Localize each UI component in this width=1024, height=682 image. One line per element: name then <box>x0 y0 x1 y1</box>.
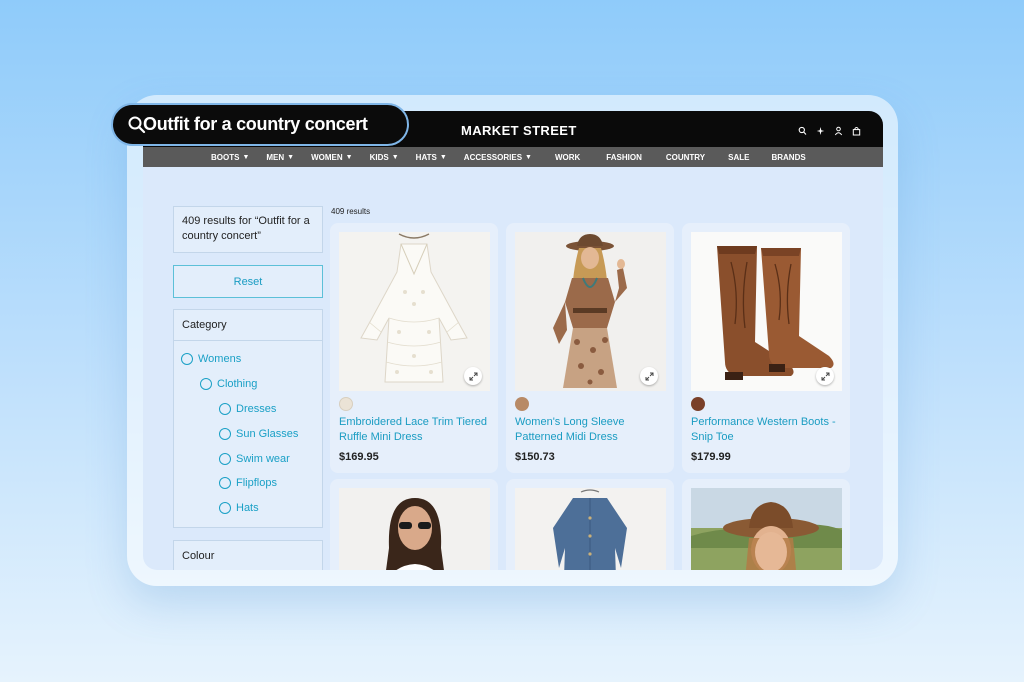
category-label: Dresses <box>236 402 277 415</box>
radio-icon[interactable] <box>219 452 231 465</box>
nav-label: SALE <box>728 152 750 162</box>
denim-dress-image <box>515 488 666 570</box>
sparkle-icon[interactable] <box>816 123 825 135</box>
expand-icon[interactable] <box>640 367 658 385</box>
chevron-down-icon: ▼ <box>287 153 295 161</box>
nav-label: WOMEN <box>311 152 343 162</box>
filter-sidebar: 409 results for “Outfit for a country co… <box>173 206 323 570</box>
product-image[interactable] <box>339 232 490 391</box>
product-price: $169.95 <box>339 451 379 463</box>
category-heading[interactable]: Category <box>174 310 322 341</box>
radio-icon[interactable] <box>200 378 212 391</box>
category-label: Clothing <box>217 378 258 391</box>
product-image[interactable] <box>339 488 490 570</box>
category-swim-wear[interactable]: Swim wear <box>174 446 322 471</box>
product-price: $150.73 <box>515 451 555 463</box>
colour-swatch[interactable] <box>691 397 705 411</box>
nav-work[interactable]: WORK <box>555 153 580 162</box>
store-window: MARKET STREET BOOTS ▼ MEN ▼ WOMEN ▼ KIDS ▼ H… <box>143 111 883 570</box>
nav-label: KIDS <box>369 152 389 162</box>
user-icon[interactable] <box>834 123 843 136</box>
search-query-text: Outfit for a country concert <box>143 114 368 134</box>
product-card[interactable]: Women's Long Sleeve Patterned Midi Dress… <box>506 223 674 473</box>
nav-label: WORK <box>554 152 581 162</box>
category-label: Swim wear <box>236 452 290 465</box>
product-card[interactable] <box>506 479 674 570</box>
sunglasses-woman-image <box>339 488 490 570</box>
colour-filter-heading[interactable]: Colour <box>173 539 323 570</box>
product-card[interactable] <box>682 479 850 570</box>
category-womens[interactable]: Womens <box>174 347 322 372</box>
category-label: Womens <box>198 353 242 366</box>
nav-label: COUNTRY <box>665 152 706 162</box>
western-boots-image <box>691 232 842 391</box>
patterned-dress-image <box>515 232 666 391</box>
chevron-down-icon: ▼ <box>242 153 250 161</box>
reset-button[interactable]: Reset <box>173 265 323 298</box>
category-flipflops[interactable]: Flipflops <box>174 471 322 496</box>
nav-boots[interactable]: BOOTS ▼ <box>211 153 249 162</box>
chevron-down-icon: ▼ <box>525 153 532 161</box>
category-list: Womens Clothing Dresses Sun Glasses Swim… <box>174 341 322 527</box>
product-title[interactable]: Performance Western Boots - Snip Toe <box>691 415 846 445</box>
cowboy-hat-woman-image <box>691 488 842 570</box>
nav-label: HATS <box>415 152 437 162</box>
product-title[interactable]: Women's Long Sleeve Patterned Midi Dress <box>515 415 670 445</box>
product-image[interactable] <box>691 488 842 570</box>
colour-swatch[interactable] <box>339 397 353 411</box>
product-card[interactable]: Embroidered Lace Trim Tiered Ruffle Mini… <box>330 223 498 473</box>
chevron-down-icon: ▼ <box>439 153 447 161</box>
nav-hats[interactable]: HATS ▼ <box>416 153 447 162</box>
brand-logo[interactable]: MARKET STREET <box>461 123 577 138</box>
results-count: 409 results <box>331 207 371 216</box>
category-label: Flipflops <box>236 477 277 490</box>
nav-label: BOOTS <box>211 152 240 162</box>
search-icon <box>127 115 147 135</box>
nav-brands[interactable]: BRANDS <box>771 153 805 162</box>
search-icon[interactable] <box>798 123 807 135</box>
radio-icon[interactable] <box>219 502 231 515</box>
expand-icon[interactable] <box>816 367 834 385</box>
nav-label: ACCESSORIES <box>463 152 523 162</box>
nav-men[interactable]: MEN ▼ <box>266 153 294 162</box>
nav-sale[interactable]: SALE <box>728 153 749 162</box>
category-sun-glasses[interactable]: Sun Glasses <box>174 421 322 446</box>
category-nav: BOOTS ▼ MEN ▼ WOMEN ▼ KIDS ▼ HATS ▼ ACCESSORI… <box>143 147 883 167</box>
nav-label: BRANDS <box>771 152 806 162</box>
nav-accessories[interactable]: ACCESSORIES ▼ <box>464 153 532 162</box>
radio-icon[interactable] <box>219 427 231 440</box>
nav-label: MEN <box>266 152 285 162</box>
nav-label: FASHION <box>606 152 642 162</box>
lace-dress-image <box>339 232 490 391</box>
search-query-pill[interactable]: Outfit for a country concert <box>111 103 409 146</box>
header-icons <box>798 123 861 136</box>
product-image[interactable] <box>691 232 842 391</box>
colour-swatch[interactable] <box>515 397 529 411</box>
category-label: Hats <box>236 502 259 515</box>
category-clothing[interactable]: Clothing <box>174 372 322 397</box>
nav-women[interactable]: WOMEN ▼ <box>311 153 353 162</box>
nav-fashion[interactable]: FASHION <box>606 153 642 162</box>
product-image[interactable] <box>515 232 666 391</box>
chevron-down-icon: ▼ <box>345 153 353 161</box>
product-title[interactable]: Embroidered Lace Trim Tiered Ruffle Mini… <box>339 415 494 445</box>
category-filter: Category Womens Clothing Dresses Sun Gla… <box>173 309 323 528</box>
product-price: $179.99 <box>691 451 731 463</box>
product-card[interactable]: Performance Western Boots - Snip Toe $17… <box>682 223 850 473</box>
radio-icon[interactable] <box>181 353 193 366</box>
product-image[interactable] <box>515 488 666 570</box>
nav-kids[interactable]: KIDS ▼ <box>370 153 399 162</box>
radio-icon[interactable] <box>219 402 231 415</box>
product-card[interactable] <box>330 479 498 570</box>
results-summary: 409 results for “Outfit for a country co… <box>173 206 323 253</box>
nav-country[interactable]: COUNTRY <box>666 153 705 162</box>
expand-icon[interactable] <box>464 367 482 385</box>
bag-icon[interactable] <box>852 123 861 136</box>
chevron-down-icon: ▼ <box>391 153 399 161</box>
radio-icon[interactable] <box>219 477 231 490</box>
category-label: Sun Glasses <box>236 427 299 440</box>
category-hats[interactable]: Hats <box>174 496 322 521</box>
category-dresses[interactable]: Dresses <box>174 397 322 422</box>
